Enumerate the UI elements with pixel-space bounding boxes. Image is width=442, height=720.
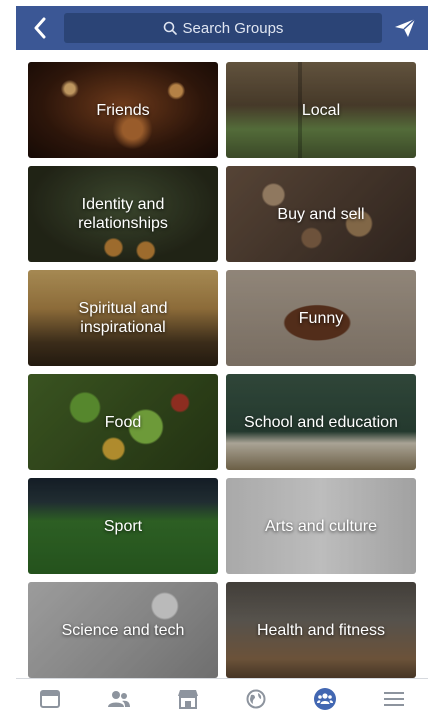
marketplace-icon [177,689,198,709]
category-label: Local [301,101,341,119]
category-label: Food [104,413,142,431]
category-tile-identity[interactable]: Identity and relationships [28,166,218,262]
category-tile-buy-and-sell[interactable]: Buy and sell [226,166,416,262]
category-label: Spiritual and inspirational [78,300,168,336]
tab-news-feed[interactable] [30,681,70,717]
menu-icon [383,691,404,706]
tab-marketplace[interactable] [168,681,208,717]
top-navigation-bar: Search Groups [16,6,428,50]
paper-plane-icon [395,18,416,37]
tab-notifications[interactable] [236,681,276,717]
category-label: Friends [96,101,150,119]
category-tile-school[interactable]: School and education [226,374,416,470]
category-tile-friends[interactable]: Friends [28,62,218,158]
category-label: Health and fitness [256,621,386,639]
search-icon [163,21,177,35]
tab-menu[interactable] [374,681,414,717]
category-label: Buy and sell [277,205,365,223]
tab-friends[interactable] [99,681,139,717]
news-feed-icon [40,689,61,708]
category-tile-local[interactable]: Local [226,62,416,158]
messenger-button[interactable] [382,6,428,50]
chevron-left-icon [34,17,46,39]
category-tile-spiritual[interactable]: Spiritual and inspirational [28,270,218,366]
tab-groups[interactable] [305,681,345,717]
category-tile-food[interactable]: Food [28,374,218,470]
category-tile-health[interactable]: Health and fitness [226,582,416,678]
category-label: Sport [103,517,143,535]
back-button[interactable] [16,6,64,50]
bottom-tab-bar [16,678,428,718]
category-label: School and education [244,413,398,431]
friends-icon [107,690,130,707]
category-tile-arts[interactable]: Arts and culture [226,478,416,574]
category-tile-science[interactable]: Science and tech [28,582,218,678]
search-groups-field[interactable]: Search Groups [64,13,382,43]
category-tile-funny[interactable]: Funny [226,270,416,366]
category-label: Science and tech [61,621,185,639]
category-label: Identity and relationships [78,196,168,232]
notifications-globe-icon [246,689,266,708]
category-label: Arts and culture [264,517,378,535]
groups-icon [313,687,336,710]
category-label: Funny [298,309,344,327]
category-tile-sport[interactable]: Sport [28,478,218,574]
group-categories-grid: Friends Local Identity and relationships… [28,62,416,678]
search-placeholder: Search Groups [182,19,284,37]
